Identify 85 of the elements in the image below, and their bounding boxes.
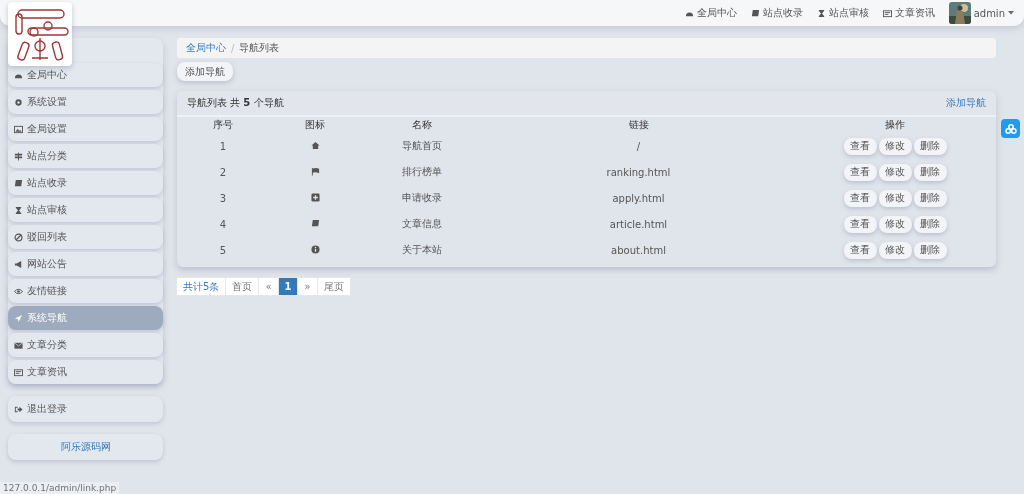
separator: / — [231, 42, 235, 54]
ban-icon — [14, 232, 23, 242]
action-button[interactable]: 修改 — [878, 163, 912, 181]
logout-link[interactable]: 退出登录 — [8, 396, 163, 422]
breadcrumb-link[interactable]: 全局中心 — [186, 41, 226, 55]
page-button[interactable]: « — [258, 277, 279, 296]
card-icon — [882, 8, 892, 18]
table-cell-text: article.html — [608, 217, 669, 232]
table-cell-text: about.html — [610, 243, 667, 258]
info-icon — [310, 244, 320, 254]
panel-title: 导航列表 共 5 个导航 — [187, 96, 284, 110]
table-cell-text: 文章信息 — [401, 217, 443, 231]
nav-link[interactable]: 站点收录 — [750, 6, 803, 20]
page-button[interactable]: 尾页 — [316, 277, 351, 296]
sidebar-item[interactable]: 驳回列表 — [8, 225, 163, 249]
flag-icon — [310, 166, 320, 176]
action-button[interactable]: 查看 — [843, 215, 877, 233]
eye-icon — [14, 286, 23, 296]
float-button[interactable] — [1001, 119, 1020, 138]
sidebar-item[interactable]: 站点分类 — [8, 144, 163, 168]
page-button[interactable]: 共计5条 — [176, 277, 227, 296]
nav-link[interactable]: 文章资讯 — [882, 6, 935, 20]
sidebar-item[interactable]: 站点收录 — [8, 171, 163, 195]
table-cell-text: 1 — [218, 139, 228, 154]
table-cell-text: 4 — [218, 217, 228, 232]
card-icon — [14, 367, 23, 377]
action-button[interactable]: 修改 — [878, 137, 912, 155]
sidebar-item[interactable]: 友情链接 — [8, 279, 163, 303]
add-link[interactable]: 添加导航 — [946, 96, 986, 110]
table-cell-text: 3 — [218, 191, 228, 206]
column-header: 操作 — [884, 118, 906, 132]
sidebar-item[interactable]: 全局设置 — [8, 117, 163, 141]
action-button[interactable]: 查看 — [843, 189, 877, 207]
caret-icon — [1008, 11, 1014, 15]
table-cell-text: / — [635, 139, 642, 154]
table-cell-text: ranking.html — [605, 165, 672, 180]
action-button[interactable]: 删除 — [913, 189, 947, 207]
sidebar-item[interactable]: 网站公告 — [8, 252, 163, 276]
page-button[interactable]: 首页 — [225, 277, 260, 296]
user-menu[interactable]: admin — [948, 2, 1014, 24]
add-button[interactable]: 添加导航 — [177, 62, 233, 81]
action-button[interactable]: 查看 — [843, 137, 877, 155]
table-cell-text: apply.html — [611, 191, 666, 206]
action-button[interactable]: 查看 — [843, 241, 877, 259]
column-header: 链接 — [627, 118, 650, 132]
site-link[interactable]: 阿乐源码网 — [8, 434, 163, 460]
action-button[interactable]: 修改 — [878, 215, 912, 233]
table-cell-text: 导航首页 — [401, 139, 443, 153]
sign-out-icon — [14, 404, 23, 414]
home-icon — [310, 140, 320, 150]
sidebar-item[interactable]: 全局中心 — [8, 63, 163, 87]
page-button[interactable]: » — [297, 277, 318, 296]
image-icon — [14, 124, 23, 134]
action-button[interactable]: 删除 — [913, 163, 947, 181]
action-button[interactable]: 删除 — [913, 215, 947, 233]
hourglass-icon — [14, 205, 23, 215]
status-url: 127.0.0.1/admin/link.php — [0, 482, 120, 494]
table-cell-text: 关于本站 — [401, 243, 443, 257]
envelope-icon — [14, 340, 23, 350]
sidebar-item[interactable]: 系统设置 — [8, 90, 163, 114]
signpost-icon — [14, 151, 23, 161]
bullhorn-icon — [14, 259, 23, 269]
sidebar-item[interactable]: 站点审核 — [8, 198, 163, 222]
plane-icon — [14, 313, 23, 323]
plus-icon — [310, 192, 320, 202]
table-cell-text: 5 — [218, 243, 228, 258]
table-cell-text: 2 — [218, 165, 228, 180]
action-button[interactable]: 查看 — [843, 163, 877, 181]
column-header: 图标 — [304, 118, 326, 132]
sidebar-item[interactable]: 文章资讯 — [8, 360, 163, 384]
sidebar-item[interactable]: 文章分类 — [8, 333, 163, 357]
action-button[interactable]: 修改 — [878, 189, 912, 207]
table-cell-text: 排行榜单 — [401, 165, 443, 179]
nav-link[interactable]: 站点审核 — [816, 6, 869, 20]
action-button[interactable]: 修改 — [878, 241, 912, 259]
gear-icon — [14, 97, 23, 107]
column-header: 序号 — [212, 118, 234, 132]
table-cell-text: 申请收录 — [401, 191, 443, 205]
column-header: 名称 — [411, 118, 433, 132]
action-button[interactable]: 删除 — [913, 241, 947, 259]
action-button[interactable]: 删除 — [913, 137, 947, 155]
hourglass-icon — [816, 8, 826, 18]
rings-icon — [1004, 123, 1017, 134]
nav-link[interactable]: 全局中心 — [684, 6, 737, 20]
breadcrumb-current: 导航列表 — [239, 41, 280, 55]
